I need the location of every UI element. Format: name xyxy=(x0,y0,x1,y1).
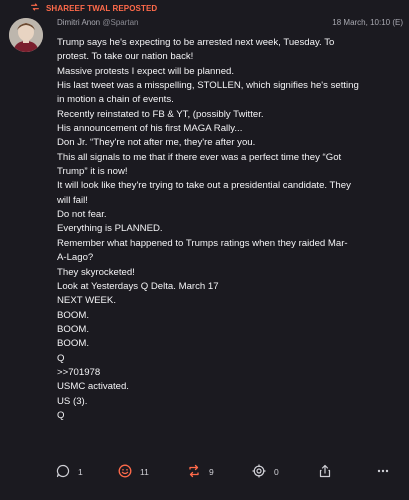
more-button[interactable] xyxy=(376,462,390,482)
post-line: His last tweet was a misspelling, STOLLE… xyxy=(57,80,359,92)
post-line: Q xyxy=(57,352,65,364)
comment-icon xyxy=(56,464,70,480)
post-line: Look at Yesterdays Q Delta. March 17 xyxy=(57,280,219,292)
repost-label: SHAREEF TWAL REPOSTED xyxy=(46,3,158,13)
post-header: Dimitri Anon @Spartan 18 March, 10:10 (E… xyxy=(57,15,403,29)
author-handle[interactable]: @Spartan xyxy=(102,18,138,27)
post-line: Do not fear. xyxy=(57,209,107,221)
post-line: They skyrocketed! xyxy=(57,266,135,278)
post-line: His announcement of his first MAGA Rally… xyxy=(57,123,243,135)
author-name[interactable]: Dimitri Anon xyxy=(57,18,100,27)
views-button[interactable]: 0 xyxy=(252,462,279,482)
post-line: Trump says he's expecting to be arrested… xyxy=(57,37,335,48)
more-icon xyxy=(376,464,390,480)
target-icon xyxy=(252,464,266,480)
author[interactable]: Dimitri Anon @Spartan xyxy=(57,18,139,27)
share-button[interactable] xyxy=(318,462,332,482)
post-line: Trump” it is now! xyxy=(57,166,128,178)
post-line: USMC activated. xyxy=(57,381,129,393)
post-line: Remember what happened to Trumps ratings… xyxy=(57,237,348,249)
post-card: SHAREEF TWAL REPOSTED Dimitri Anon @Spar… xyxy=(0,0,409,500)
post-line: protest. To take our nation back! xyxy=(57,51,194,63)
share-icon xyxy=(318,464,332,480)
post-line: Don Jr. “They're not after me, they're a… xyxy=(57,137,256,149)
post-line: Massive protests I expect will be planne… xyxy=(57,65,235,77)
post-line: It will look like they're trying to take… xyxy=(57,180,351,192)
post-line: in motion a chain of events. xyxy=(57,94,174,106)
avatar[interactable] xyxy=(9,18,43,52)
post-meta: 18 March, 10:10 (E) xyxy=(332,18,403,27)
comment-count: 1 xyxy=(78,467,83,477)
post-line: US (3). xyxy=(57,395,88,407)
repost-count: 9 xyxy=(209,467,214,477)
post-line: will fail! xyxy=(57,194,88,206)
timestamp: 18 March, 10:10 xyxy=(332,18,391,27)
reaction-count: 11 xyxy=(140,467,149,477)
post-line: >>701978 xyxy=(57,366,101,378)
post-line: This all signals to me that if there eve… xyxy=(57,151,342,163)
repost-icon xyxy=(30,2,40,14)
post-line: Everything is PLANNED. xyxy=(57,223,163,235)
comment-button[interactable]: 1 xyxy=(56,462,83,482)
post-body: Trump says he's expecting to be arrested… xyxy=(57,36,402,423)
action-bar: 1 11 9 0 xyxy=(0,462,409,482)
post-line: A-Lago? xyxy=(57,252,94,264)
repost-banner[interactable]: SHAREEF TWAL REPOSTED xyxy=(30,1,157,15)
reaction-button[interactable]: 11 xyxy=(118,462,149,482)
post-line: Q xyxy=(57,409,65,421)
smiley-icon xyxy=(118,464,132,480)
repost-icon xyxy=(187,464,201,480)
views-count: 0 xyxy=(274,467,279,477)
post-line: NEXT WEEK. xyxy=(57,295,116,307)
post-line: Recently reinstated to FB & YT, (possibl… xyxy=(57,108,264,120)
repost-button[interactable]: 9 xyxy=(187,462,214,482)
post-line: BOOM. xyxy=(57,309,89,321)
post-line: BOOM. xyxy=(57,323,89,335)
post-line: BOOM. xyxy=(57,338,89,350)
edited-marker: (E) xyxy=(392,18,403,27)
